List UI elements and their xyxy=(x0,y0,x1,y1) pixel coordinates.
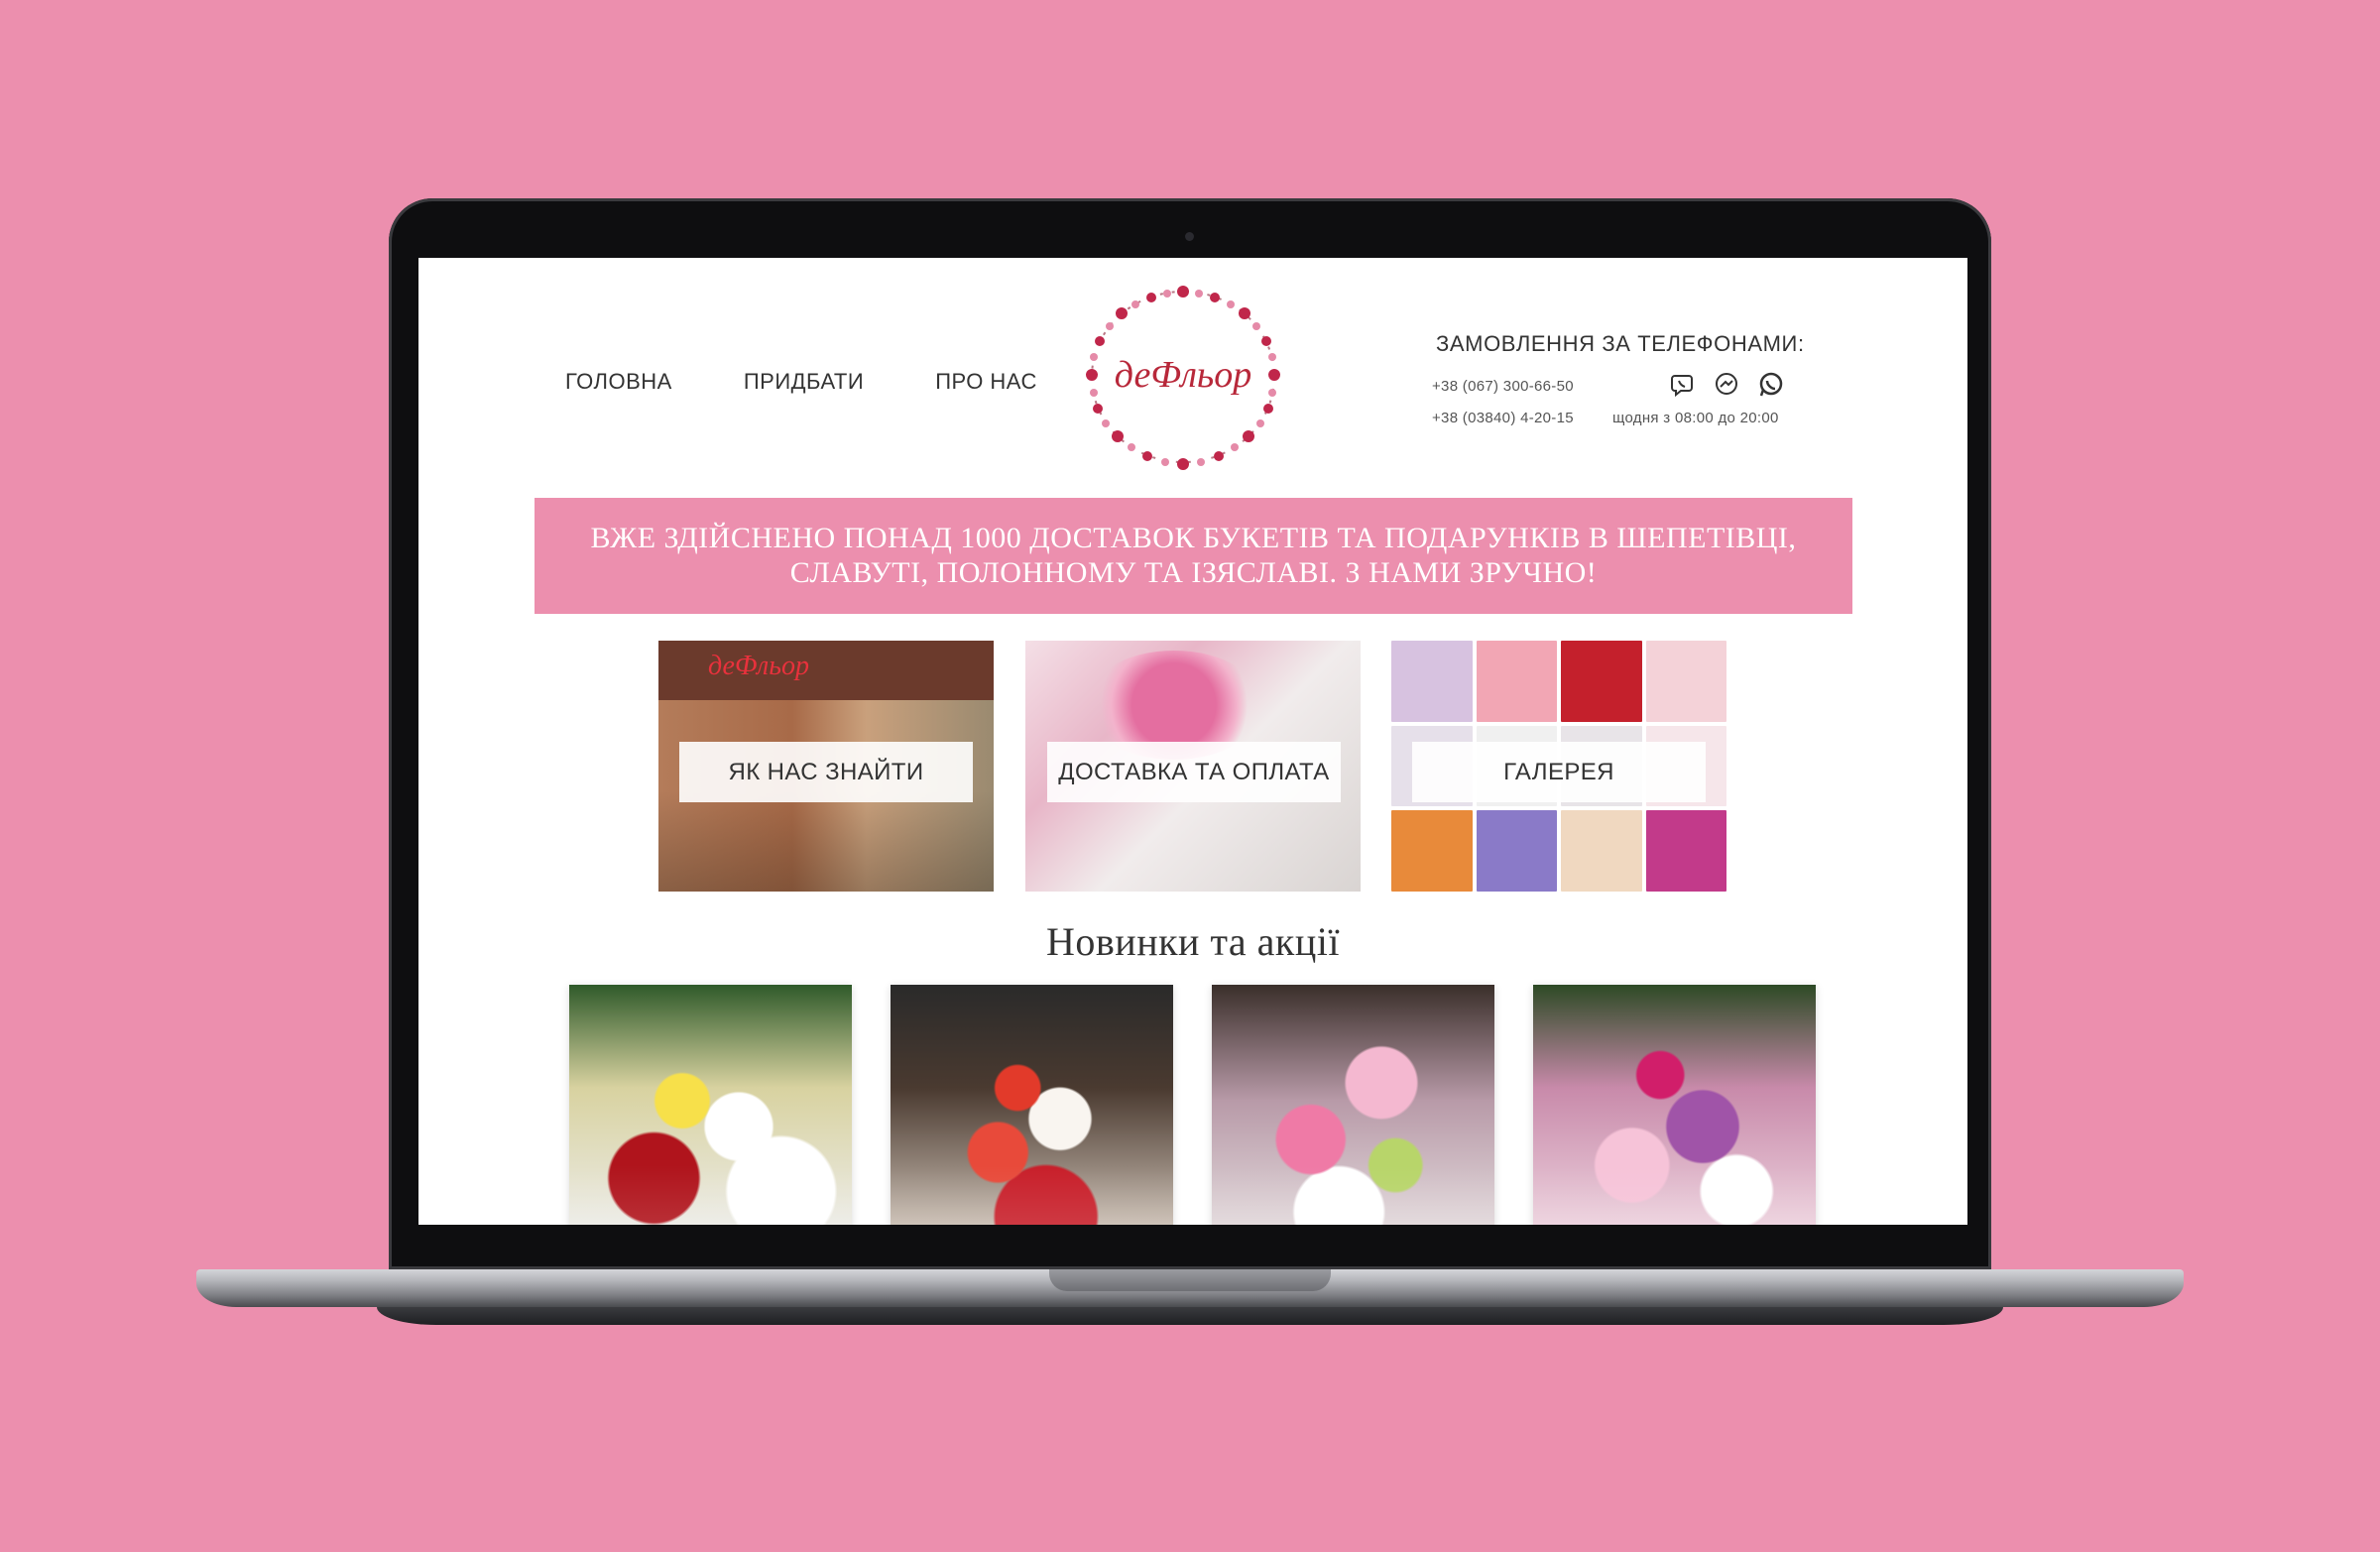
product-card-1[interactable] xyxy=(569,985,852,1225)
site-logo[interactable]: деФльор xyxy=(1076,278,1290,476)
contacts-block: ЗАМОВЛЕННЯ ЗА ТЕЛЕФОНАМИ: +38 (067) 300-… xyxy=(1430,331,1827,426)
promo-banner: ВЖЕ ЗДІЙСНЕНО ПОНАД 1000 ДОСТАВОК БУКЕТІ… xyxy=(535,498,1852,614)
messenger-icons xyxy=(1668,371,1785,399)
gallery-button[interactable]: ГАЛЕРЕЯ xyxy=(1412,742,1706,802)
logo-text: деФльор xyxy=(1115,354,1251,396)
main-nav: ГОЛОВНА ПРИДБАТИ ПРО НАС xyxy=(565,369,1037,395)
nav-item-home[interactable]: ГОЛОВНА xyxy=(565,369,672,395)
find-us-button[interactable]: ЯК НАС ЗНАЙТИ xyxy=(679,742,973,802)
working-hours: щодня з 08:00 до 20:00 xyxy=(1612,410,1779,426)
product-card-2[interactable] xyxy=(891,985,1173,1225)
nav-item-about[interactable]: ПРО НАС xyxy=(935,369,1037,395)
phone-secondary[interactable]: +38 (03840) 4-20-15 xyxy=(1432,410,1574,426)
delivery-button[interactable]: ДОСТАВКА ТА ОПЛАТА xyxy=(1047,742,1341,802)
whatsapp-icon[interactable] xyxy=(1757,371,1785,399)
laptop-foot xyxy=(377,1307,2003,1325)
nav-item-buy[interactable]: ПРИДБАТИ xyxy=(744,369,864,395)
viber-icon[interactable] xyxy=(1668,371,1696,399)
section-title: Новинки та акції xyxy=(1046,919,1340,964)
tile-gallery[interactable]: ГАЛЕРЕЯ xyxy=(1391,641,1726,892)
camera xyxy=(1185,232,1194,241)
product-card-4[interactable] xyxy=(1533,985,1816,1225)
browser-screen: ГОЛОВНА ПРИДБАТИ ПРО НАС деФльор ЗАМОВЛЕ… xyxy=(418,258,1967,1225)
laptop-notch xyxy=(1049,1269,1331,1291)
banner-line-1: ВЖЕ ЗДІЙСНЕНО ПОНАД 1000 ДОСТАВОК БУКЕТІ… xyxy=(590,522,1797,554)
tile-find-us[interactable]: деФльор ЯК НАС ЗНАЙТИ xyxy=(658,641,994,892)
contacts-title: ЗАМОВЛЕННЯ ЗА ТЕЛЕФОНАМИ: xyxy=(1436,331,1805,356)
tile-delivery[interactable]: ДОСТАВКА ТА ОПЛАТА xyxy=(1025,641,1361,892)
phone-primary[interactable]: +38 (067) 300-66-50 xyxy=(1432,378,1574,395)
storefront-sign: деФльор xyxy=(708,651,809,681)
messenger-icon[interactable] xyxy=(1713,371,1740,399)
product-card-3[interactable] xyxy=(1212,985,1494,1225)
banner-line-2: СЛАВУТІ, ПОЛОННОМУ ТА ІЗЯСЛАВІ. З НАМИ З… xyxy=(789,556,1598,589)
